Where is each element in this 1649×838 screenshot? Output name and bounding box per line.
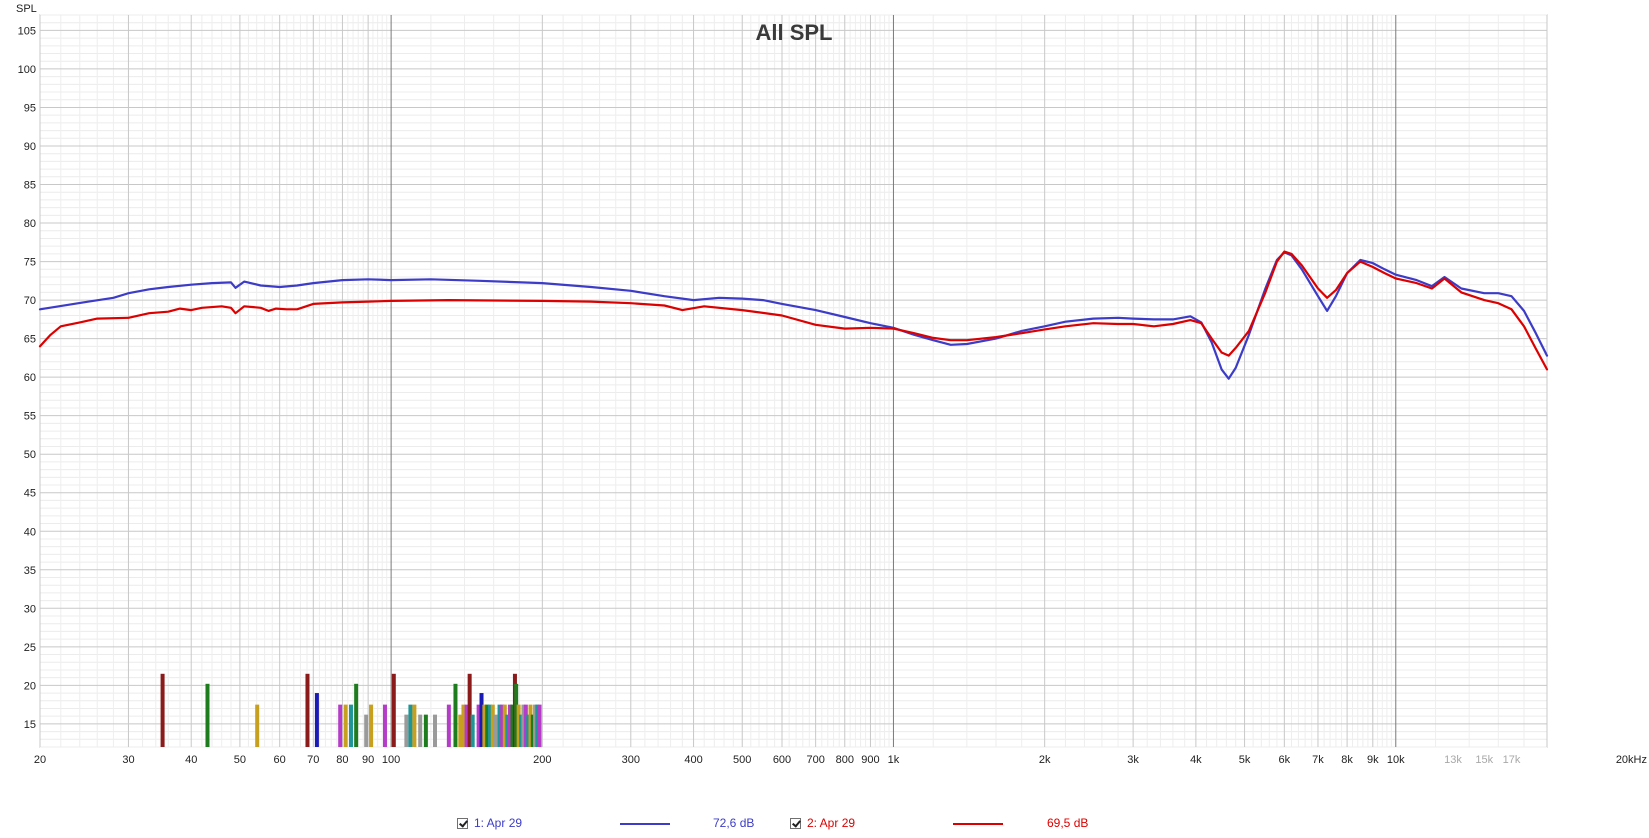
x-tick-label: 17k [1503, 754, 1521, 766]
legend-item-2-swatch [953, 823, 1003, 825]
legend: 1: Apr 29 72,6 dB 2: Apr 29 69,5 dB [0, 814, 1649, 834]
resonance-bar [412, 704, 417, 747]
resonance-bar [382, 704, 387, 747]
y-tick-label: 35 [24, 565, 36, 577]
x-tick-label: 70 [307, 754, 319, 766]
x-tick-label: 100 [382, 754, 400, 766]
x-tick-label: 8k [1341, 754, 1353, 766]
x-tick-label: 400 [684, 754, 702, 766]
y-tick-label: 75 [24, 257, 36, 269]
x-tick-label: 200 [533, 754, 551, 766]
resonance-bar [205, 683, 210, 747]
y-tick-label: 60 [24, 372, 36, 384]
y-tick-label: 100 [18, 64, 36, 76]
x-tick-label: 300 [622, 754, 640, 766]
x-tick-label: 60 [274, 754, 286, 766]
resonance-bar [343, 704, 348, 747]
legend-item-2: 2: Apr 29 [790, 814, 855, 832]
x-tick-label: 80 [336, 754, 348, 766]
legend-item-2-level: 69,5 dB [1047, 816, 1089, 830]
y-axis-label: SPL [16, 3, 37, 15]
resonance-bar [305, 673, 310, 747]
spl-chart: 15 20 25 30 35 40 45 50 55 60 65 70 75 80 85 90 95 100 105… [0, 0, 1649, 838]
resonance-bar [493, 714, 498, 747]
x-tick-label: 20 [34, 754, 46, 766]
y-tick-label: 15 [24, 719, 36, 731]
x-tick-label: 2k [1039, 754, 1051, 766]
y-tick-label: 105 [18, 25, 36, 37]
y-tick-label: 85 [24, 180, 36, 192]
legend-item-1-label: 1: Apr 29 [474, 816, 523, 830]
x-tick-label: 9k [1367, 754, 1379, 766]
x-tick-label: 15k [1475, 754, 1493, 766]
x-tick-label: 1k [888, 754, 900, 766]
series-1-checkbox[interactable] [457, 817, 468, 829]
resonance-bar [446, 704, 451, 747]
resonance-bar [338, 704, 343, 747]
x-tick-label: 50 [234, 754, 246, 766]
x-tick-label: 500 [733, 754, 751, 766]
y-tick-label: 55 [24, 411, 36, 423]
resonance-bar [423, 714, 428, 747]
resonance-bar [404, 714, 409, 747]
resonance-bar [354, 683, 359, 747]
resonance-bar [160, 673, 165, 747]
x-tick-label: 3k [1127, 754, 1139, 766]
x-tick-label: 30 [122, 754, 134, 766]
x-tick-label: 600 [773, 754, 791, 766]
resonance-bar [537, 704, 542, 747]
plot-area [39, 14, 1548, 748]
resonance-bar [432, 714, 437, 747]
resonance-bar [391, 673, 396, 747]
resonance-bar [453, 683, 458, 747]
resonance-bar [364, 714, 369, 747]
chart-title: All SPL [755, 20, 832, 45]
legend-item-1: 1: Apr 29 [457, 814, 522, 832]
resonance-bar [470, 714, 475, 747]
resonance-bar [418, 714, 423, 747]
y-tick-label: 25 [24, 642, 36, 654]
y-tick-label: 80 [24, 218, 36, 230]
x-tick-label: 7k [1312, 754, 1324, 766]
legend-item-1-swatch [620, 823, 670, 825]
y-tick-label: 20 [24, 680, 36, 692]
legend-item-1-level: 72,6 dB [713, 816, 755, 830]
x-tick-label: 10k [1387, 754, 1405, 766]
x-tick-label: 40 [185, 754, 197, 766]
y-tick-label: 50 [24, 449, 36, 461]
resonance-bar [255, 704, 260, 747]
y-tick-label: 40 [24, 526, 36, 538]
x-tick-label: 900 [861, 754, 879, 766]
y-tick-label: 95 [24, 102, 36, 114]
y-tick-label: 70 [24, 295, 36, 307]
resonance-bar [314, 693, 319, 747]
legend-item-2-label: 2: Apr 29 [807, 816, 856, 830]
x-tick-label: 20kHz [1616, 754, 1647, 766]
x-tick-label: 800 [836, 754, 854, 766]
resonance-bar [408, 704, 413, 747]
x-tick-label: 90 [362, 754, 374, 766]
x-tick-label: 5k [1239, 754, 1251, 766]
y-tick-label: 90 [24, 141, 36, 153]
x-tick-label: 6k [1279, 754, 1291, 766]
series-2-checkbox[interactable] [790, 817, 801, 829]
resonance-bar [369, 704, 374, 747]
x-tick-label: 4k [1190, 754, 1202, 766]
y-tick-label: 45 [24, 488, 36, 500]
x-tick-label: 13k [1444, 754, 1462, 766]
y-tick-label: 30 [24, 603, 36, 615]
y-tick-label: 65 [24, 334, 36, 346]
x-tick-label: 700 [806, 754, 824, 766]
resonance-bar [348, 704, 353, 747]
